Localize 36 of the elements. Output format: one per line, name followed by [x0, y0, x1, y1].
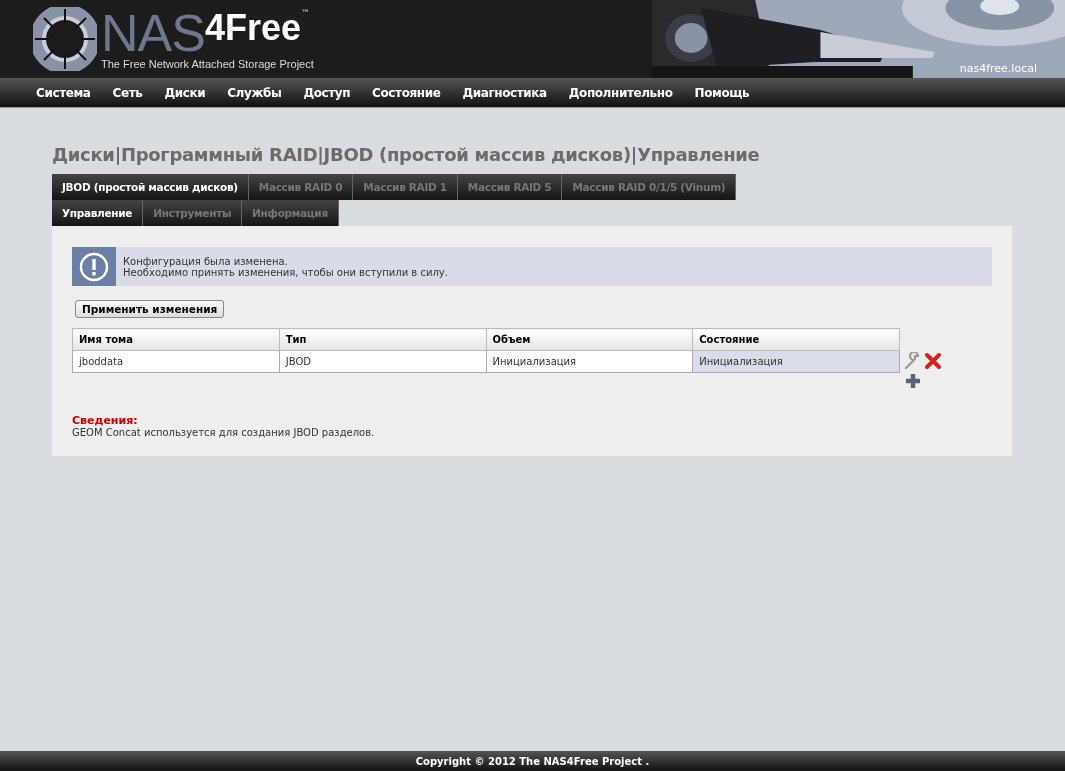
- table-cell: jboddata: [72, 350, 280, 373]
- table-cell: JBOD: [279, 350, 486, 373]
- logo-text-bold: 4Free: [204, 8, 301, 48]
- delete-icon[interactable]: [924, 352, 942, 370]
- table-cell: Инициализация: [692, 350, 900, 373]
- table-cell: Инициализация: [486, 350, 693, 373]
- tab[interactable]: Управление: [52, 200, 144, 226]
- add-icon[interactable]: [904, 372, 922, 390]
- logo-text: NAS: [101, 8, 205, 58]
- tab[interactable]: JBOD (простой массив дисков): [52, 174, 249, 200]
- page-title: Диски|Программный RAID|JBOD (простой массив дисков)|Управление: [52, 144, 761, 165]
- warning-icon: [79, 251, 109, 282]
- column-header: Имя тома: [72, 328, 280, 351]
- menu-item[interactable]: Доступ: [303, 85, 351, 100]
- notice-text: Конфигурация была изменена.: [123, 255, 289, 267]
- wrench-icon[interactable]: [904, 352, 922, 370]
- menu-item[interactable]: Система: [36, 85, 91, 100]
- menu-item[interactable]: Помощь: [694, 85, 750, 100]
- hostname: nas4free.local: [959, 62, 1037, 75]
- tagline: The Free Network Attached Storage Project: [101, 58, 314, 70]
- menu-item[interactable]: Диски: [164, 85, 206, 100]
- column-header: Тип: [279, 328, 486, 351]
- info-text: GEOM Concat используется для создания JBOD разделов.: [72, 427, 376, 438]
- notice-text: Необходимо принять изменения, чтобы они вступили в силу.: [123, 266, 448, 278]
- trademark: ™: [301, 8, 310, 18]
- menu-item[interactable]: Службы: [227, 85, 282, 100]
- menu-item[interactable]: Состояние: [372, 85, 441, 100]
- column-header: Состояние: [692, 328, 900, 351]
- menu-item[interactable]: Сеть: [112, 85, 143, 100]
- menu-item[interactable]: Дополнительно: [568, 85, 673, 100]
- ring-logo-icon: [33, 7, 97, 71]
- apply-changes-button[interactable]: Применить изменения: [75, 300, 225, 318]
- copyright-text: Copyright © 2012 The NAS4Free Project .: [415, 755, 650, 767]
- menu-item[interactable]: Диагностика: [462, 85, 547, 100]
- column-header: Объем: [486, 328, 693, 351]
- info-title: Сведения:: [72, 414, 139, 427]
